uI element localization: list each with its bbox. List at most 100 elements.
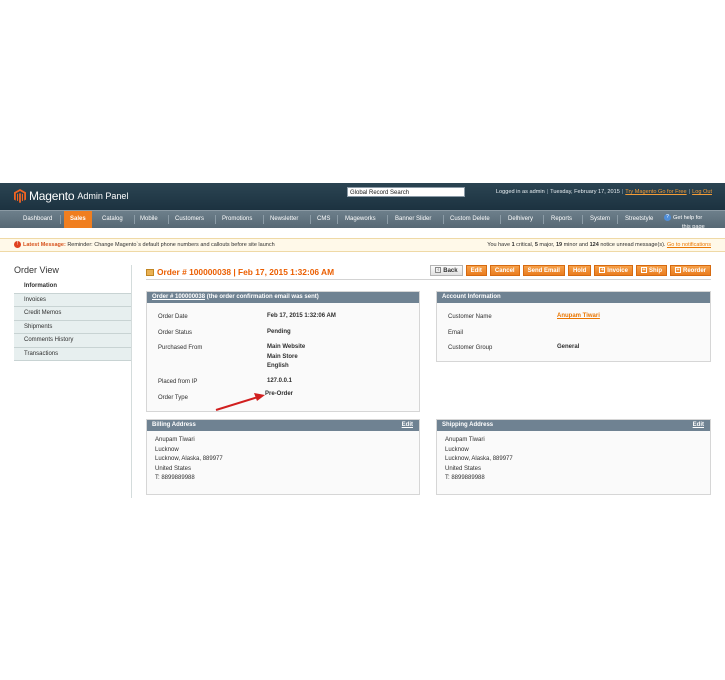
logout-link[interactable]: Log Out	[692, 189, 712, 195]
sidebar-title: Order View	[14, 265, 59, 275]
purchased-from-label: Purchased From	[158, 345, 203, 351]
magento-logo[interactable]: Magento Admin Panel	[14, 188, 128, 204]
billing-city: Lucknow, Alaska, 889977	[155, 456, 223, 462]
order-type-label: Order Type	[158, 395, 188, 401]
purchased-website: Main Website	[267, 344, 306, 350]
tab-credit-memos[interactable]: Credit Memos	[14, 307, 131, 321]
global-search-input[interactable]: Global Record Search	[347, 187, 465, 197]
logged-in-text: Logged in as admin	[495, 189, 545, 195]
help-link[interactable]: ? Get help for this page	[664, 214, 705, 232]
major-word: major,	[539, 242, 555, 248]
reorder-icon: +	[674, 267, 681, 274]
nav-banner-slider[interactable]: Banner Slider	[395, 211, 431, 228]
back-button[interactable]: ‹ Back	[430, 265, 463, 276]
logo-text: Magento	[29, 189, 75, 203]
account-info-box: Account Information Customer Name Anupam…	[436, 291, 711, 362]
nav-customers[interactable]: Customers	[175, 211, 204, 228]
billing-street: Lucknow	[155, 446, 179, 453]
reorder-button[interactable]: + Reorder	[669, 265, 711, 276]
nav-custom-delete[interactable]: Custom Delete	[450, 211, 490, 228]
billing-country: United States	[155, 465, 192, 472]
nav-promotions[interactable]: Promotions	[222, 211, 252, 228]
shipping-city: Lucknow, Alaska, 889977	[445, 456, 513, 462]
nav-streetstyle[interactable]: Streetstyle	[625, 211, 653, 228]
order-view-tabs: Information Invoices Credit Memos Shipme…	[14, 280, 131, 361]
order-email-note: (the order confirmation email was sent)	[206, 294, 319, 300]
edit-button[interactable]: Edit	[465, 265, 487, 276]
shipping-name: Anupam Tiwari	[445, 437, 485, 443]
shipping-country: United States	[445, 465, 482, 472]
help-text-line1: Get help for	[673, 215, 703, 221]
billing-name: Anupam Tiwari	[155, 437, 195, 443]
cancel-button[interactable]: Cancel	[489, 265, 520, 276]
major-count: 5	[534, 242, 538, 248]
back-arrow-icon: ‹	[435, 267, 442, 274]
magento-logo-icon	[14, 189, 26, 203]
header-date: Tuesday, February 17, 2015	[550, 189, 620, 195]
nav-system[interactable]: System	[590, 211, 610, 228]
send-email-button[interactable]: Send Email	[522, 265, 565, 276]
nav-mageworks[interactable]: Mageworks	[345, 211, 376, 228]
order-action-buttons: ‹ Back Edit Cancel Send Email Hold + Invoi…	[430, 265, 711, 276]
nav-delhivery[interactable]: Delhivery	[508, 211, 533, 228]
order-date-label: Order Date	[158, 314, 188, 320]
nav-dashboard[interactable]: Dashboard	[23, 211, 52, 228]
order-status-value: Pending	[267, 329, 291, 335]
tab-information[interactable]: Information	[14, 280, 131, 294]
nav-catalog[interactable]: Catalog	[102, 211, 123, 228]
logo-subtitle: Admin Panel	[77, 191, 129, 201]
order-info-box: Order # 100000038 (the order confirmatio…	[146, 291, 420, 412]
header-links: Logged in as admin | Tuesday, February 17,…	[495, 189, 712, 195]
order-info-header: Order # 100000038 (the order confirmatio…	[147, 292, 419, 303]
ship-icon: +	[640, 267, 647, 274]
shipping-street: Lucknow	[445, 446, 469, 453]
system-message-bar: ! Latest Message: Reminder: Change Magent…	[0, 238, 725, 252]
invoice-icon: +	[599, 267, 606, 274]
shipping-phone: T: 8899889988	[445, 475, 485, 481]
minor-word: minor and	[563, 242, 589, 248]
tab-transactions[interactable]: Transactions	[14, 347, 131, 361]
customer-group-value: General	[557, 344, 580, 350]
order-number-link[interactable]: Order # 100000038	[152, 294, 205, 300]
latest-message-text: Reminder: Change Magento`s default phone…	[67, 242, 275, 248]
minor-count: 19	[555, 242, 563, 248]
latest-message-label: Latest Message:	[23, 242, 66, 248]
customer-name-label: Customer Name	[448, 314, 492, 320]
purchased-from-value: Main Website Main Store English	[267, 343, 305, 372]
latest-message: ! Latest Message: Reminder: Change Magent…	[14, 239, 275, 251]
nav-cms[interactable]: CMS	[317, 211, 330, 228]
invoice-button-label: Invoice	[607, 268, 628, 274]
main-nav: Dashboard Sales Catalog Mobile Customers…	[0, 210, 725, 230]
billing-address-header: Billing Address Edit	[147, 420, 419, 431]
customer-group-label: Customer Group	[448, 345, 493, 351]
invoice-button[interactable]: + Invoice	[594, 265, 633, 276]
shipping-address-lines: Anupam Tiwari Lucknow Lucknow, Alaska, 8…	[445, 436, 513, 484]
ship-button[interactable]: + Ship	[635, 265, 667, 276]
nav-newsletter[interactable]: Newsletter	[270, 211, 298, 228]
shipping-address-title: Shipping Address	[442, 422, 494, 428]
page-title-text: Order # 100000038 | Feb 17, 2015 1:32:06…	[157, 267, 335, 277]
shipping-edit-link[interactable]: Edit	[693, 420, 704, 431]
go-to-notifications-link[interactable]: Go to notifications	[667, 242, 711, 248]
customer-name-cell: Anupam Tiwari	[557, 312, 600, 322]
customer-name-link[interactable]: Anupam Tiwari	[557, 313, 600, 319]
tab-shipments[interactable]: Shipments	[14, 320, 131, 334]
nav-reports[interactable]: Reports	[551, 211, 572, 228]
critical-word: critical,	[516, 242, 534, 248]
purchased-store: Main Store	[267, 353, 298, 360]
tab-comments-history[interactable]: Comments History	[14, 334, 131, 348]
billing-phone: T: 8899889988	[155, 475, 195, 481]
billing-address-title: Billing Address	[152, 422, 196, 428]
critical-count: 1	[511, 242, 515, 248]
nav-mobile[interactable]: Mobile	[140, 211, 158, 228]
nav-sales[interactable]: Sales	[64, 211, 92, 228]
order-icon	[146, 269, 154, 277]
placed-from-ip-value: 127.0.0.1	[267, 378, 293, 384]
tab-invoices[interactable]: Invoices	[14, 293, 131, 307]
try-magento-go-link[interactable]: Try Magento Go for Free	[625, 189, 686, 195]
hold-button[interactable]: Hold	[567, 265, 592, 276]
billing-edit-link[interactable]: Edit	[402, 420, 413, 431]
alert-icon: !	[14, 241, 21, 249]
admin-header: Magento Admin Panel Global Record Search…	[0, 183, 725, 210]
account-info-header: Account Information	[437, 292, 710, 303]
